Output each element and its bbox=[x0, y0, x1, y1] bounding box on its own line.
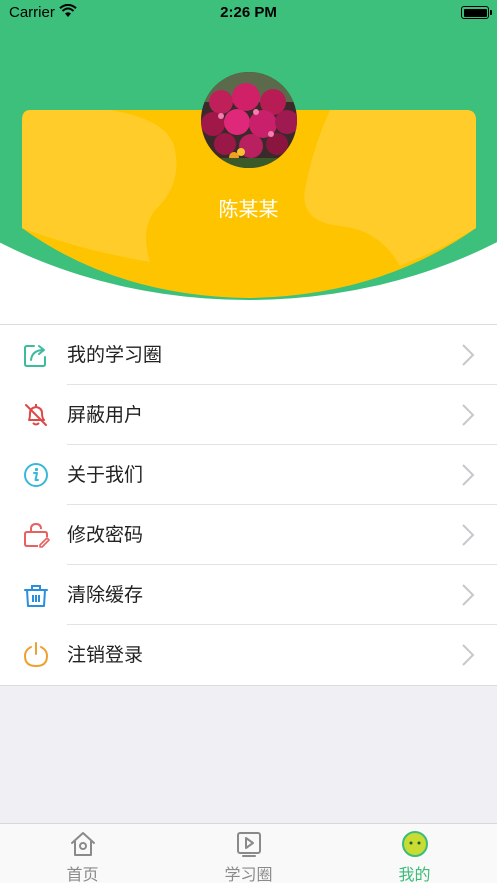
status-bar: Carrier 2:26 PM bbox=[0, 0, 497, 26]
trash-icon bbox=[24, 585, 48, 607]
info-icon bbox=[24, 463, 48, 487]
share-icon bbox=[24, 345, 46, 367]
chevron-right-icon bbox=[462, 584, 475, 606]
menu-item-logout[interactable]: 注销登录 bbox=[0, 625, 497, 685]
tab-bar: 首页 学习圈 我的 bbox=[0, 823, 497, 883]
menu-item-block-users[interactable]: 屏蔽用户 bbox=[0, 385, 497, 445]
tab-label: 我的 bbox=[398, 865, 431, 883]
chevron-right-icon bbox=[462, 464, 475, 486]
menu-item-label: 我的学习圈 bbox=[67, 344, 163, 366]
chevron-right-icon bbox=[462, 524, 475, 546]
menu-item-label: 修改密码 bbox=[67, 524, 144, 546]
menu-item-label: 关于我们 bbox=[67, 464, 144, 486]
chevron-right-icon bbox=[462, 344, 475, 366]
play-icon bbox=[236, 832, 261, 857]
tab-study-circle[interactable]: 学习圈 bbox=[166, 824, 331, 883]
tab-mine[interactable]: 我的 bbox=[332, 824, 497, 883]
power-icon bbox=[23, 642, 49, 668]
menu-item-label: 注销登录 bbox=[67, 644, 144, 666]
bell-off-icon bbox=[25, 404, 47, 426]
menu-item-change-password[interactable]: 修改密码 bbox=[0, 505, 497, 565]
settings-menu: 我的学习圈 屏蔽用户 关于我们 修改密码 清除缓存 注销登录 bbox=[0, 324, 497, 686]
chevron-right-icon bbox=[462, 644, 475, 666]
home-icon bbox=[70, 832, 95, 856]
menu-item-my-study-circle[interactable]: 我的学习圈 bbox=[0, 325, 497, 385]
flowers-avatar-image bbox=[201, 72, 297, 168]
face-icon bbox=[401, 831, 428, 857]
clock: 2:26 PM bbox=[220, 4, 277, 21]
tab-label: 学习圈 bbox=[224, 865, 273, 883]
user-name: 陈某某 bbox=[218, 197, 279, 221]
lock-edit-icon bbox=[24, 522, 50, 548]
screen: Carrier 2:26 PM 陈某某 我的学习圈 屏蔽用户 关于我们 修改密码… bbox=[0, 0, 497, 883]
battery-icon bbox=[461, 6, 492, 19]
menu-item-about-us[interactable]: 关于我们 bbox=[0, 445, 497, 505]
avatar[interactable] bbox=[201, 72, 297, 168]
menu-item-label: 屏蔽用户 bbox=[67, 404, 144, 426]
tab-label: 首页 bbox=[66, 865, 99, 883]
tab-home[interactable]: 首页 bbox=[0, 824, 165, 883]
menu-item-label: 清除缓存 bbox=[67, 584, 144, 606]
menu-item-clear-cache[interactable]: 清除缓存 bbox=[0, 565, 497, 625]
profile-header: Carrier 2:26 PM 陈某某 bbox=[0, 0, 497, 324]
chevron-right-icon bbox=[462, 404, 475, 426]
